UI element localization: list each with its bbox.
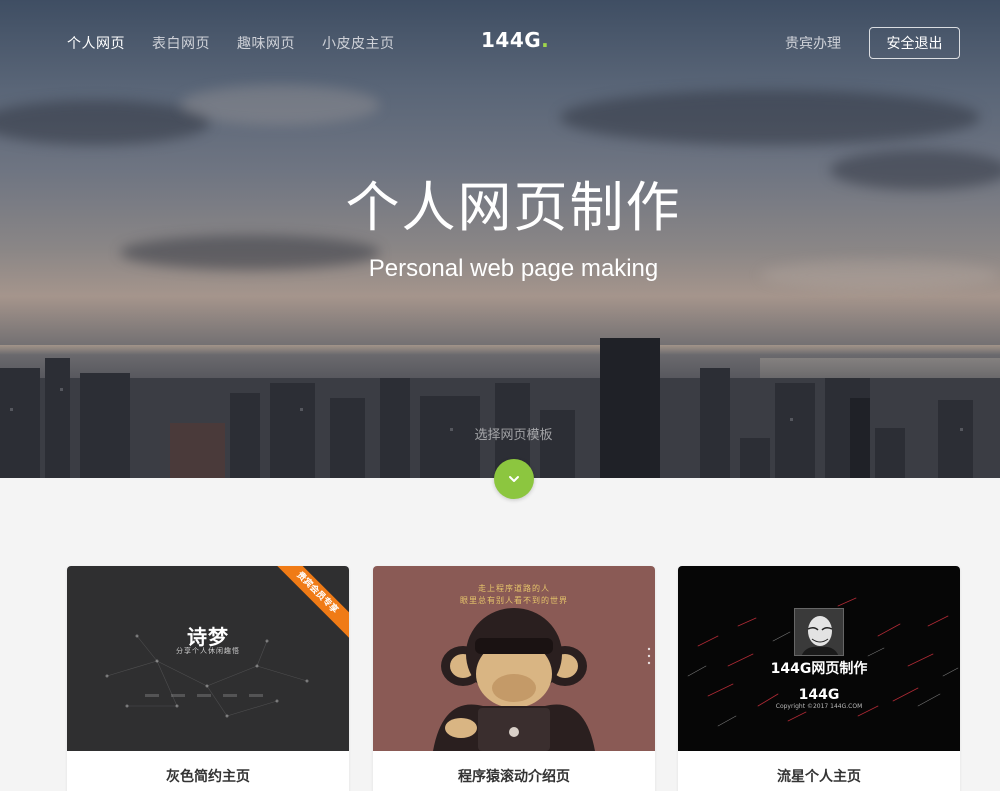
city-skyline xyxy=(0,338,1000,478)
scroll-down-button[interactable] xyxy=(494,459,534,499)
chevron-down-icon xyxy=(509,476,519,482)
choose-template-label: 选择网页模板 xyxy=(474,428,553,443)
hero-subtitle: Personal web page making xyxy=(368,255,659,282)
hero-banner: 个人网页 表白网页 趣味网页 小皮皮主页 144G. 贵宾办理 安全退出 个人网… xyxy=(0,0,1000,478)
logout-button[interactable]: 安全退出 xyxy=(869,27,960,59)
thumb-title: 144G网页制作 xyxy=(770,661,868,677)
card-thumbnail: 走上程序道路的人 眼里总有别人看不到的世界 xyxy=(373,566,655,751)
monkey-illustration xyxy=(433,608,651,751)
cloud xyxy=(560,90,980,145)
nav-item-personal[interactable]: 个人网页 xyxy=(67,33,125,53)
cloud xyxy=(180,85,380,125)
logo-text: 144G xyxy=(481,28,542,52)
mask-avatar-image xyxy=(801,616,839,655)
card-caption[interactable]: 灰色简约主页 xyxy=(67,751,349,791)
hero-title: 个人网页制作 xyxy=(345,176,682,239)
logo-dot: . xyxy=(541,28,550,52)
nav-item-xiaopipi[interactable]: 小皮皮主页 xyxy=(322,33,395,53)
card-thumbnail: 144G网页制作 144G Copyright ©2017 144G.COM xyxy=(678,566,960,751)
card-thumbnail: 诗梦 分享个人休闲趣悟 贵宾会员专享 xyxy=(67,566,349,751)
nav-item-fun[interactable]: 趣味网页 xyxy=(237,33,295,53)
card-caption[interactable]: 流星个人主页 xyxy=(678,751,960,791)
vip-link[interactable]: 贵宾办理 xyxy=(785,33,841,53)
thumb-logo: 144G xyxy=(798,687,840,703)
thumb-copyright: Copyright ©2017 144G.COM xyxy=(775,703,863,710)
avatar xyxy=(794,608,844,656)
card-caption[interactable]: 程序猿滚动介绍页 xyxy=(373,751,655,791)
template-card-meteor[interactable]: 144G网页制作 144G Copyright ©2017 144G.COM 流… xyxy=(678,566,960,791)
site-logo[interactable]: 144G. xyxy=(481,28,549,52)
cloud xyxy=(0,100,210,145)
main-nav: 个人网页 表白网页 趣味网页 小皮皮主页 xyxy=(67,33,422,53)
thumb-subtitle: 分享个人休闲趣悟 xyxy=(176,647,240,655)
template-card-programmer[interactable]: 走上程序道路的人 眼里总有别人看不到的世界 程序猿滚动介绍页 xyxy=(373,566,655,791)
nav-item-confession[interactable]: 表白网页 xyxy=(152,33,210,53)
template-card-gray[interactable]: 诗梦 分享个人休闲趣悟 贵宾会员专享 灰色简约主页 xyxy=(67,566,349,791)
